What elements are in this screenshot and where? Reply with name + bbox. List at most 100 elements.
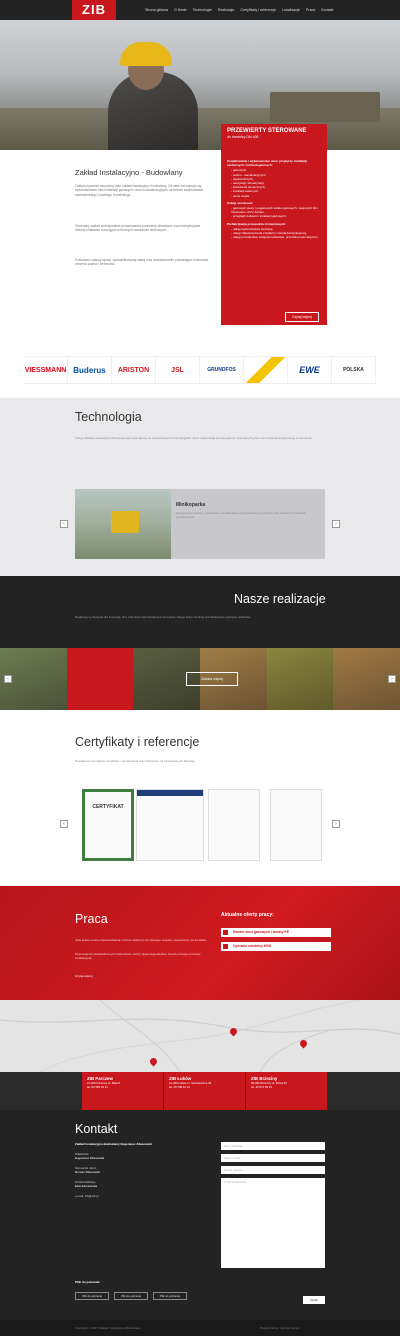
service-item: przeglądy kotłowni i instalacji gazowych… xyxy=(231,214,321,218)
nav-item-jobs[interactable]: Praca xyxy=(303,0,318,20)
nav-item-about[interactable]: O firmie xyxy=(171,0,190,20)
jobs-section xyxy=(0,886,400,1000)
gallery-photo[interactable] xyxy=(266,648,334,710)
excavator-image xyxy=(75,489,171,559)
logo[interactable]: ZIB xyxy=(72,0,116,20)
gallery-photo-active[interactable] xyxy=(66,648,134,710)
hero-machine xyxy=(270,92,380,122)
nav-item-certificates[interactable]: Certyfikaty i referencje xyxy=(237,0,279,20)
office-card: ZIB Łuków 21-400 Łuków ul. Sienkiewicza … xyxy=(164,1072,245,1110)
hero-helmet xyxy=(120,42,172,66)
technology-text: Usługi Zakładu Instalacyjno-Budowlanego … xyxy=(75,436,313,440)
contact-email[interactable]: e-mail: zib@zib.pl xyxy=(75,1194,99,1198)
stripes-logo xyxy=(244,357,288,383)
job-offer-1[interactable]: Monter sieci gazowych i wodny PE xyxy=(221,928,331,937)
prefab-head: Prefabrykacja przewodów ciśnieniowych: xyxy=(227,221,287,226)
services-intro: Projektowanie i wykonawstwo sieci, przył… xyxy=(227,159,307,168)
slide-title: Minikoparka xyxy=(176,502,206,508)
hero-caption: PRZEWIERTY STEROWANE do średnicy DN 400 xyxy=(221,124,327,150)
message-field[interactable]: Treść wiadomości xyxy=(221,1178,325,1268)
tech-prev-arrow[interactable]: ‹ xyxy=(60,520,68,528)
locations-map[interactable] xyxy=(0,1000,400,1072)
office-phone: tel. 25 798 12 34 xyxy=(169,1084,190,1089)
buderus-logo: Buderus xyxy=(68,357,112,383)
technology-slide: Minikoparka Nowoczesne koparki z gąsieni… xyxy=(75,489,325,559)
files-title: Pliki do pobrania: xyxy=(75,1280,101,1284)
office-phone: tel. 83 355 23 41 xyxy=(87,1084,108,1089)
office-card: ZIB Parczew 21-200 Parczew ul. Mała 8 te… xyxy=(82,1072,163,1110)
nav-item-locations[interactable]: Lokalizacje xyxy=(279,0,303,20)
polska-logo: POLSKA xyxy=(332,357,376,383)
see-more-button[interactable]: Zobacz więcej xyxy=(186,672,238,686)
about-paragraph-3: Posiadamy własny sprzęt, wykwalifikowaną… xyxy=(75,258,209,267)
realizations-text: Realizujemy zlecenia dla instytucji, fir… xyxy=(75,615,252,619)
name-field[interactable]: Imię i nazwisko xyxy=(221,1142,325,1150)
certificates-title: Certyfikaty i referencje xyxy=(75,735,200,749)
service-item: pomp ciepła xyxy=(231,194,321,198)
slide-description: Nowoczesne koparki z gąsienicami, umożli… xyxy=(176,511,307,519)
contact-name-3: Ewa Zdanowska xyxy=(75,1184,98,1188)
cert-next-arrow[interactable]: › xyxy=(332,820,340,828)
job-offer-2[interactable]: Operator wiertnicy HDD xyxy=(221,942,331,951)
contact-section xyxy=(0,1110,400,1320)
nav-item-contact[interactable]: Kontakt xyxy=(318,0,336,20)
nav-item-realizations[interactable]: Realizacje xyxy=(215,0,238,20)
cert-prev-arrow[interactable]: ‹ xyxy=(60,820,68,828)
technology-title: Technologia xyxy=(75,410,142,424)
offers-title: Aktualne oferty pracy: xyxy=(221,912,274,918)
certificate-1[interactable]: CERTYFIKAT xyxy=(82,789,134,861)
email-field[interactable]: Adres e-mail xyxy=(221,1154,325,1162)
tech-next-arrow[interactable]: › xyxy=(332,520,340,528)
certificate-4[interactable] xyxy=(270,789,322,861)
map-roads xyxy=(0,1000,400,1072)
grundfos-logo: GRUNDFOS xyxy=(200,357,244,383)
top-nav: ZIB Strona główna O firmie Technologie R… xyxy=(0,0,400,20)
about-title: Zakład Instalacyjno - Budowlany xyxy=(75,168,183,177)
phone-field[interactable]: Numer telefonu xyxy=(221,1166,325,1174)
realizations-section xyxy=(0,576,400,710)
certificate-label: CERTYFIKAT xyxy=(92,804,124,810)
service-item: usługi przewiertów, kolejowe kabelowe, p… xyxy=(231,235,321,239)
office-card: ZIB Brzeziny 95-060 Brzeziny ul. Polna 5… xyxy=(246,1072,327,1110)
footer-credits[interactable]: Projekt strony: Internet Group xyxy=(260,1326,299,1330)
file-download-button[interactable]: Plik do pobrania xyxy=(153,1292,187,1300)
services-head: Usługi serwisowe: xyxy=(227,200,254,205)
jsl-logo: JSL xyxy=(156,357,200,383)
gallery-prev-arrow[interactable]: ‹ xyxy=(4,675,12,683)
partner-logos: VIESSMANN Buderus ARISTON JSL GRUNDFOS E… xyxy=(24,356,376,384)
services-list: gazowych, wodno - kanalizacyjnych, ciepł… xyxy=(227,168,321,197)
gallery-next-arrow[interactable]: › xyxy=(388,675,396,683)
certificates-text: Posiadamy wymagane certyfikaty i uprawni… xyxy=(75,759,196,763)
hero-caption-title: PRZEWIERTY STEROWANE xyxy=(227,128,307,134)
service-item: gazowych piecy i pogazowych kotłów gazow… xyxy=(231,206,321,214)
contact-name-2: Roman Zdanowski xyxy=(75,1170,100,1174)
viessmann-logo: VIESSMANN xyxy=(24,357,68,383)
read-more-button[interactable]: Czytaj więcej xyxy=(285,312,319,322)
certificate-header xyxy=(137,790,203,796)
hero-image xyxy=(0,20,400,150)
about-paragraph-1: Zakład prywatnie utworzony jako zakład i… xyxy=(75,184,203,197)
office-phone: tel. 46 874 05 23 xyxy=(251,1084,272,1089)
certificate-3[interactable] xyxy=(208,789,260,861)
excavator-shape xyxy=(111,511,139,533)
realizations-title: Nasze realizacje xyxy=(234,592,326,606)
jobs-read-more[interactable]: Czytaj więcej xyxy=(75,974,93,978)
nav-menu: Strona główna O firmie Technologie Reali… xyxy=(142,0,336,20)
footer-copyright: Copyright © 2017 Zakład Instalacyjno-Bud… xyxy=(75,1326,141,1330)
nav-item-tech[interactable]: Technologie xyxy=(190,0,215,20)
file-download-button[interactable]: Plik do pobrania xyxy=(114,1292,148,1300)
ewe-logo: EWE xyxy=(288,357,332,383)
jobs-title: Praca xyxy=(75,912,108,926)
hero-caption-sub: do średnicy DN 400 xyxy=(227,135,259,139)
certificate-2[interactable] xyxy=(136,789,204,861)
services-list-3: usługi wykonawstwa sieciowe, usługi zabe… xyxy=(227,227,321,240)
contact-title: Kontakt xyxy=(75,1122,118,1136)
company-name: Zakład Instalacyjno-Budowlany Eugeniusz … xyxy=(75,1142,152,1146)
send-button[interactable]: Wyślij xyxy=(303,1296,325,1304)
jobs-text-1: Jeśli jesteś osobą odpowiedzialną i chce… xyxy=(75,938,207,942)
contact-name-1: Eugeniusz Zdanowski xyxy=(75,1156,105,1160)
footer: Copyright © 2017 Zakład Instalacyjno-Bud… xyxy=(0,1320,400,1336)
services-box: Projektowanie i wykonawstwo sieci, przył… xyxy=(221,150,327,325)
nav-item-home[interactable]: Strona główna xyxy=(142,0,171,20)
file-download-button[interactable]: Plik do pobrania xyxy=(75,1292,109,1300)
